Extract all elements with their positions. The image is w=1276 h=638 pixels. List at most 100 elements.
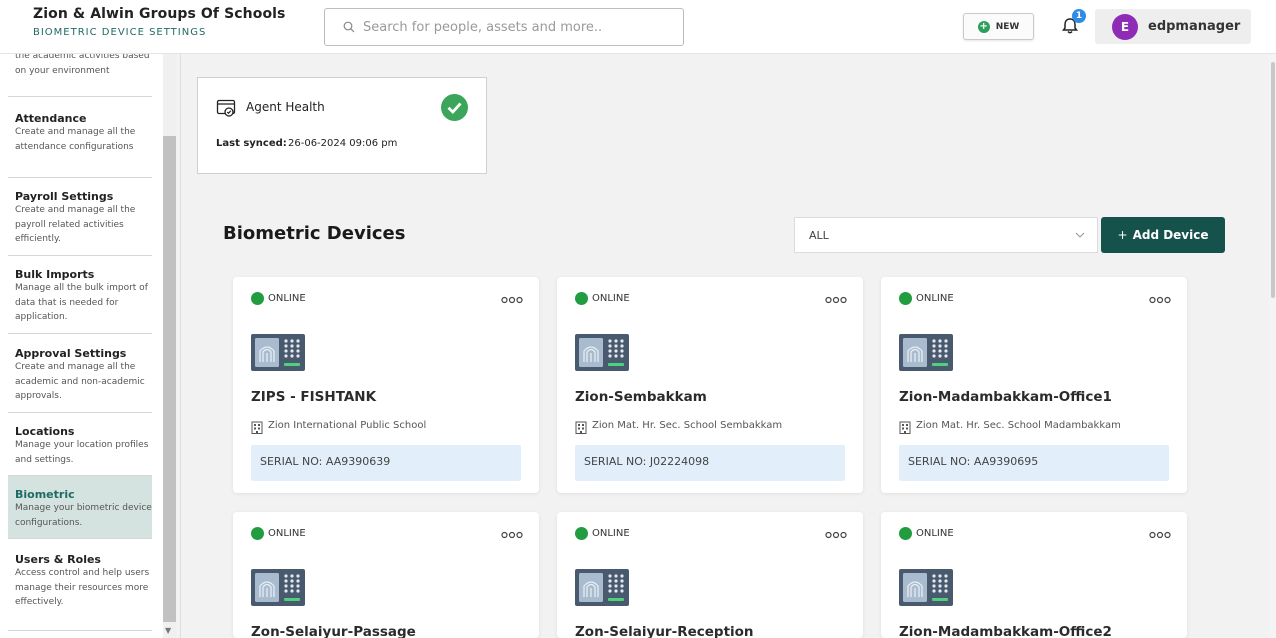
filter-value: ALL [809,229,829,242]
add-device-button[interactable]: + Add Device [1101,217,1225,253]
new-button-label: NEW [995,21,1020,32]
agent-health-card: Agent Health Last synced: 26-06-2024 09:… [197,77,487,174]
agent-health-title: Agent Health [246,100,325,114]
search-icon [343,21,355,33]
biometric-device-icon [575,334,629,371]
device-filter-select[interactable]: ALL [794,217,1098,253]
device-school: Zion International Public School [268,420,427,431]
device-card[interactable]: ONLINE Zion-Sembakkam Zion Mat. Hr. Sec. S… [557,277,863,493]
serial-text: SERIAL NO: J02224098 [584,455,710,468]
serial-number: SERIAL NO: AA9390639 [251,445,521,481]
device-card[interactable]: ONLINE Zion-Madambakkam-Office2 [881,512,1187,638]
search-input[interactable] [363,15,673,39]
page-subtitle: BIOMETRIC DEVICE SETTINGS [33,27,207,38]
biometric-device-icon [575,569,629,606]
sidebar-item-title: Payroll Settings [15,190,114,203]
status-dot [251,292,264,305]
device-status: ONLINE [268,528,306,539]
sidebar-item-desc: Create and manage all the payroll relate… [15,205,136,244]
sidebar-item-desc: Manage your biometric device configurati… [15,503,152,528]
device-name: Zion-Sembakkam [575,389,707,405]
status-dot [899,527,912,540]
serial-number: SERIAL NO: AA9390695 [899,445,1169,481]
scroll-down-arrow-icon[interactable]: ▼ [165,626,171,635]
device-status: ONLINE [916,293,954,304]
add-device-label: Add Device [1132,228,1209,242]
chevron-down-icon [1075,232,1085,238]
serial-text: SERIAL NO: AA9390695 [908,455,1039,468]
last-synced-value: 26-06-2024 09:06 pm [288,138,398,149]
sidebar-item-payroll[interactable]: Payroll Settings Create and manage all t… [8,186,152,256]
more-options-icon[interactable] [1149,291,1171,304]
sidebar-item-desc: Create and manage all the attendance con… [15,127,136,152]
status-dot [575,292,588,305]
sidebar-item-title: Approval Settings [15,347,127,360]
more-options-icon[interactable] [825,291,847,304]
more-options-icon[interactable] [501,526,523,539]
device-card[interactable]: ONLINE ZIPS - FISHTANK Zion International … [233,277,539,493]
org-title: Zion & Alwin Groups Of Schools [33,6,286,22]
top-header: Zion & Alwin Groups Of Schools BIOMETRIC… [0,0,1276,54]
device-status: ONLINE [592,528,630,539]
settings-sidebar: the academic activities based on your en… [0,54,176,638]
status-dot [575,527,588,540]
device-school: Zion Mat. Hr. Sec. School Sembakkam [592,420,783,431]
building-icon [251,419,263,434]
biometric-device-icon [899,334,953,371]
sidebar-scrollbar-thumb[interactable] [163,136,176,622]
section-title: Biometric Devices [223,223,406,244]
search-box[interactable] [324,8,684,46]
sidebar-item-title: Attendance [15,112,87,125]
sidebar-item-desc: Create and manage all the academic and n… [15,362,145,401]
check-circle-icon [441,94,468,121]
more-options-icon[interactable] [1149,526,1171,539]
sidebar-item-bulk-imports[interactable]: Bulk Imports Manage all the bulk import … [8,264,152,334]
device-status: ONLINE [592,293,630,304]
biometric-device-icon [251,334,305,371]
status-dot [251,527,264,540]
last-synced-label: Last synced: [216,138,287,149]
device-status: ONLINE [268,293,306,304]
device-name: ZIPS - FISHTANK [251,389,377,405]
sidebar-item-users-roles[interactable]: Users & Roles Access control and help us… [8,549,152,631]
biometric-device-icon [251,569,305,606]
user-menu[interactable]: E edpmanager [1095,9,1251,44]
device-card[interactable]: ONLINE Zion-Madambakkam-Office1 Zion Mat. … [881,277,1187,493]
more-options-icon[interactable] [825,526,847,539]
building-icon [575,419,587,434]
device-school: Zion Mat. Hr. Sec. School Madambakkam [916,420,1121,431]
building-icon [899,419,911,434]
device-name: Zon-Selaiyur-Reception [575,624,754,638]
sidebar-item-desc: Access control and help users manage the… [15,568,150,607]
status-dot [899,292,912,305]
new-button[interactable]: + NEW [963,13,1034,40]
serial-number: SERIAL NO: J02224098 [575,445,845,481]
sidebar-item-academic[interactable]: the academic activities based on your en… [8,54,152,97]
serial-text: SERIAL NO: AA9390639 [260,455,391,468]
sidebar-item-desc: Manage all the bulk import of data that … [15,283,148,322]
page-scrollbar-thumb[interactable] [1271,62,1275,298]
sidebar-item-title: Users & Roles [15,553,101,566]
sidebar-item-biometric[interactable]: Biometric Manage your biometric device c… [8,476,152,539]
sidebar-item-attendance[interactable]: Attendance Create and manage all the att… [8,108,152,178]
sidebar-item-approval[interactable]: Approval Settings Create and manage all … [8,343,152,413]
sidebar-item-title: Bulk Imports [15,268,95,281]
device-name: Zon-Selaiyur-Passage [251,624,416,638]
device-card[interactable]: ONLINE Zon-Selaiyur-Passage [233,512,539,638]
plus-circle-icon: + [977,20,990,33]
sidebar-item-desc: the academic activities based on your en… [15,54,150,76]
device-card[interactable]: ONLINE Zon-Selaiyur-Reception [557,512,863,638]
sidebar-item-title: Biometric [15,488,75,501]
avatar: E [1112,13,1138,40]
sidebar-item-title: Locations [15,425,75,438]
plus-icon: + [1117,228,1128,242]
username: edpmanager [1148,19,1241,34]
sidebar-item-locations[interactable]: Locations Manage your location profiles … [8,421,152,476]
divider [180,54,181,638]
notification-badge: 1 [1072,9,1086,23]
agent-icon [216,99,236,117]
more-options-icon[interactable] [501,291,523,304]
device-name: Zion-Madambakkam-Office2 [899,624,1112,638]
device-name: Zion-Madambakkam-Office1 [899,389,1112,405]
biometric-device-icon [899,569,953,606]
